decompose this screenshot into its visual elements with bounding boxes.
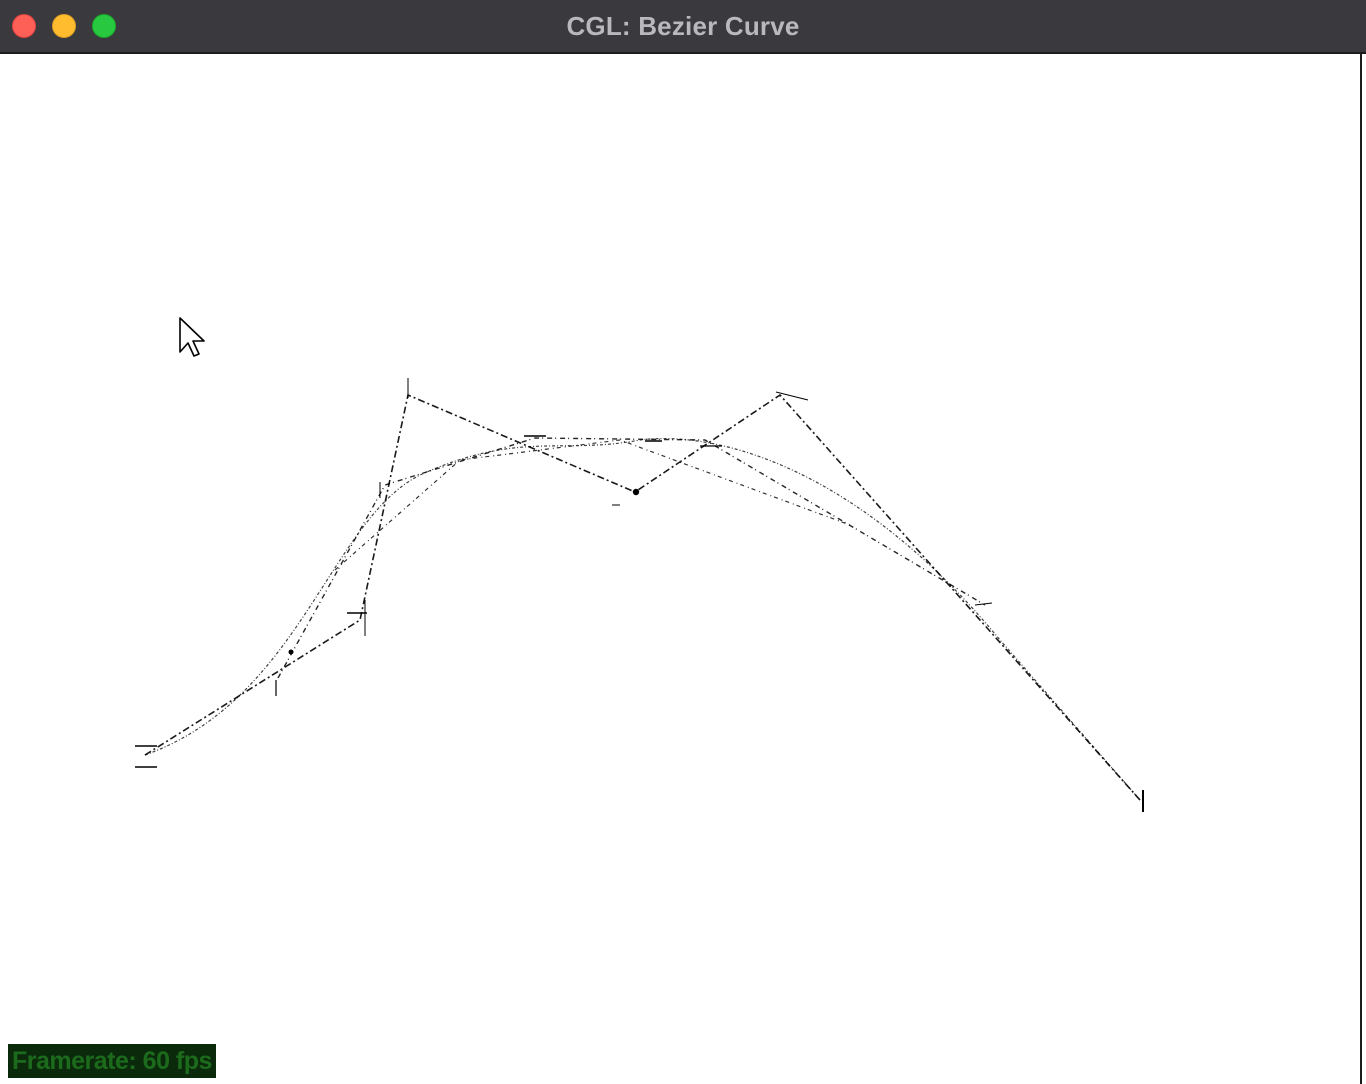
control-point-3[interactable] (612, 488, 640, 506)
bezier-curve (144, 437, 1141, 801)
app-window: CGL: Bezier Curve Framerate: 60 fps (0, 0, 1366, 1084)
intermediate-segments-level2 (334, 439, 851, 571)
mouse-pointer-icon (179, 317, 205, 357)
intermediate-point-marks (275, 435, 993, 696)
bezier-scene[interactable] (0, 0, 1366, 1084)
framerate-label: Framerate: 60 fps (8, 1044, 216, 1078)
control-point-1[interactable] (347, 600, 367, 636)
control-polygon (144, 393, 1141, 801)
intermediate-segments-level1 (277, 437, 986, 679)
